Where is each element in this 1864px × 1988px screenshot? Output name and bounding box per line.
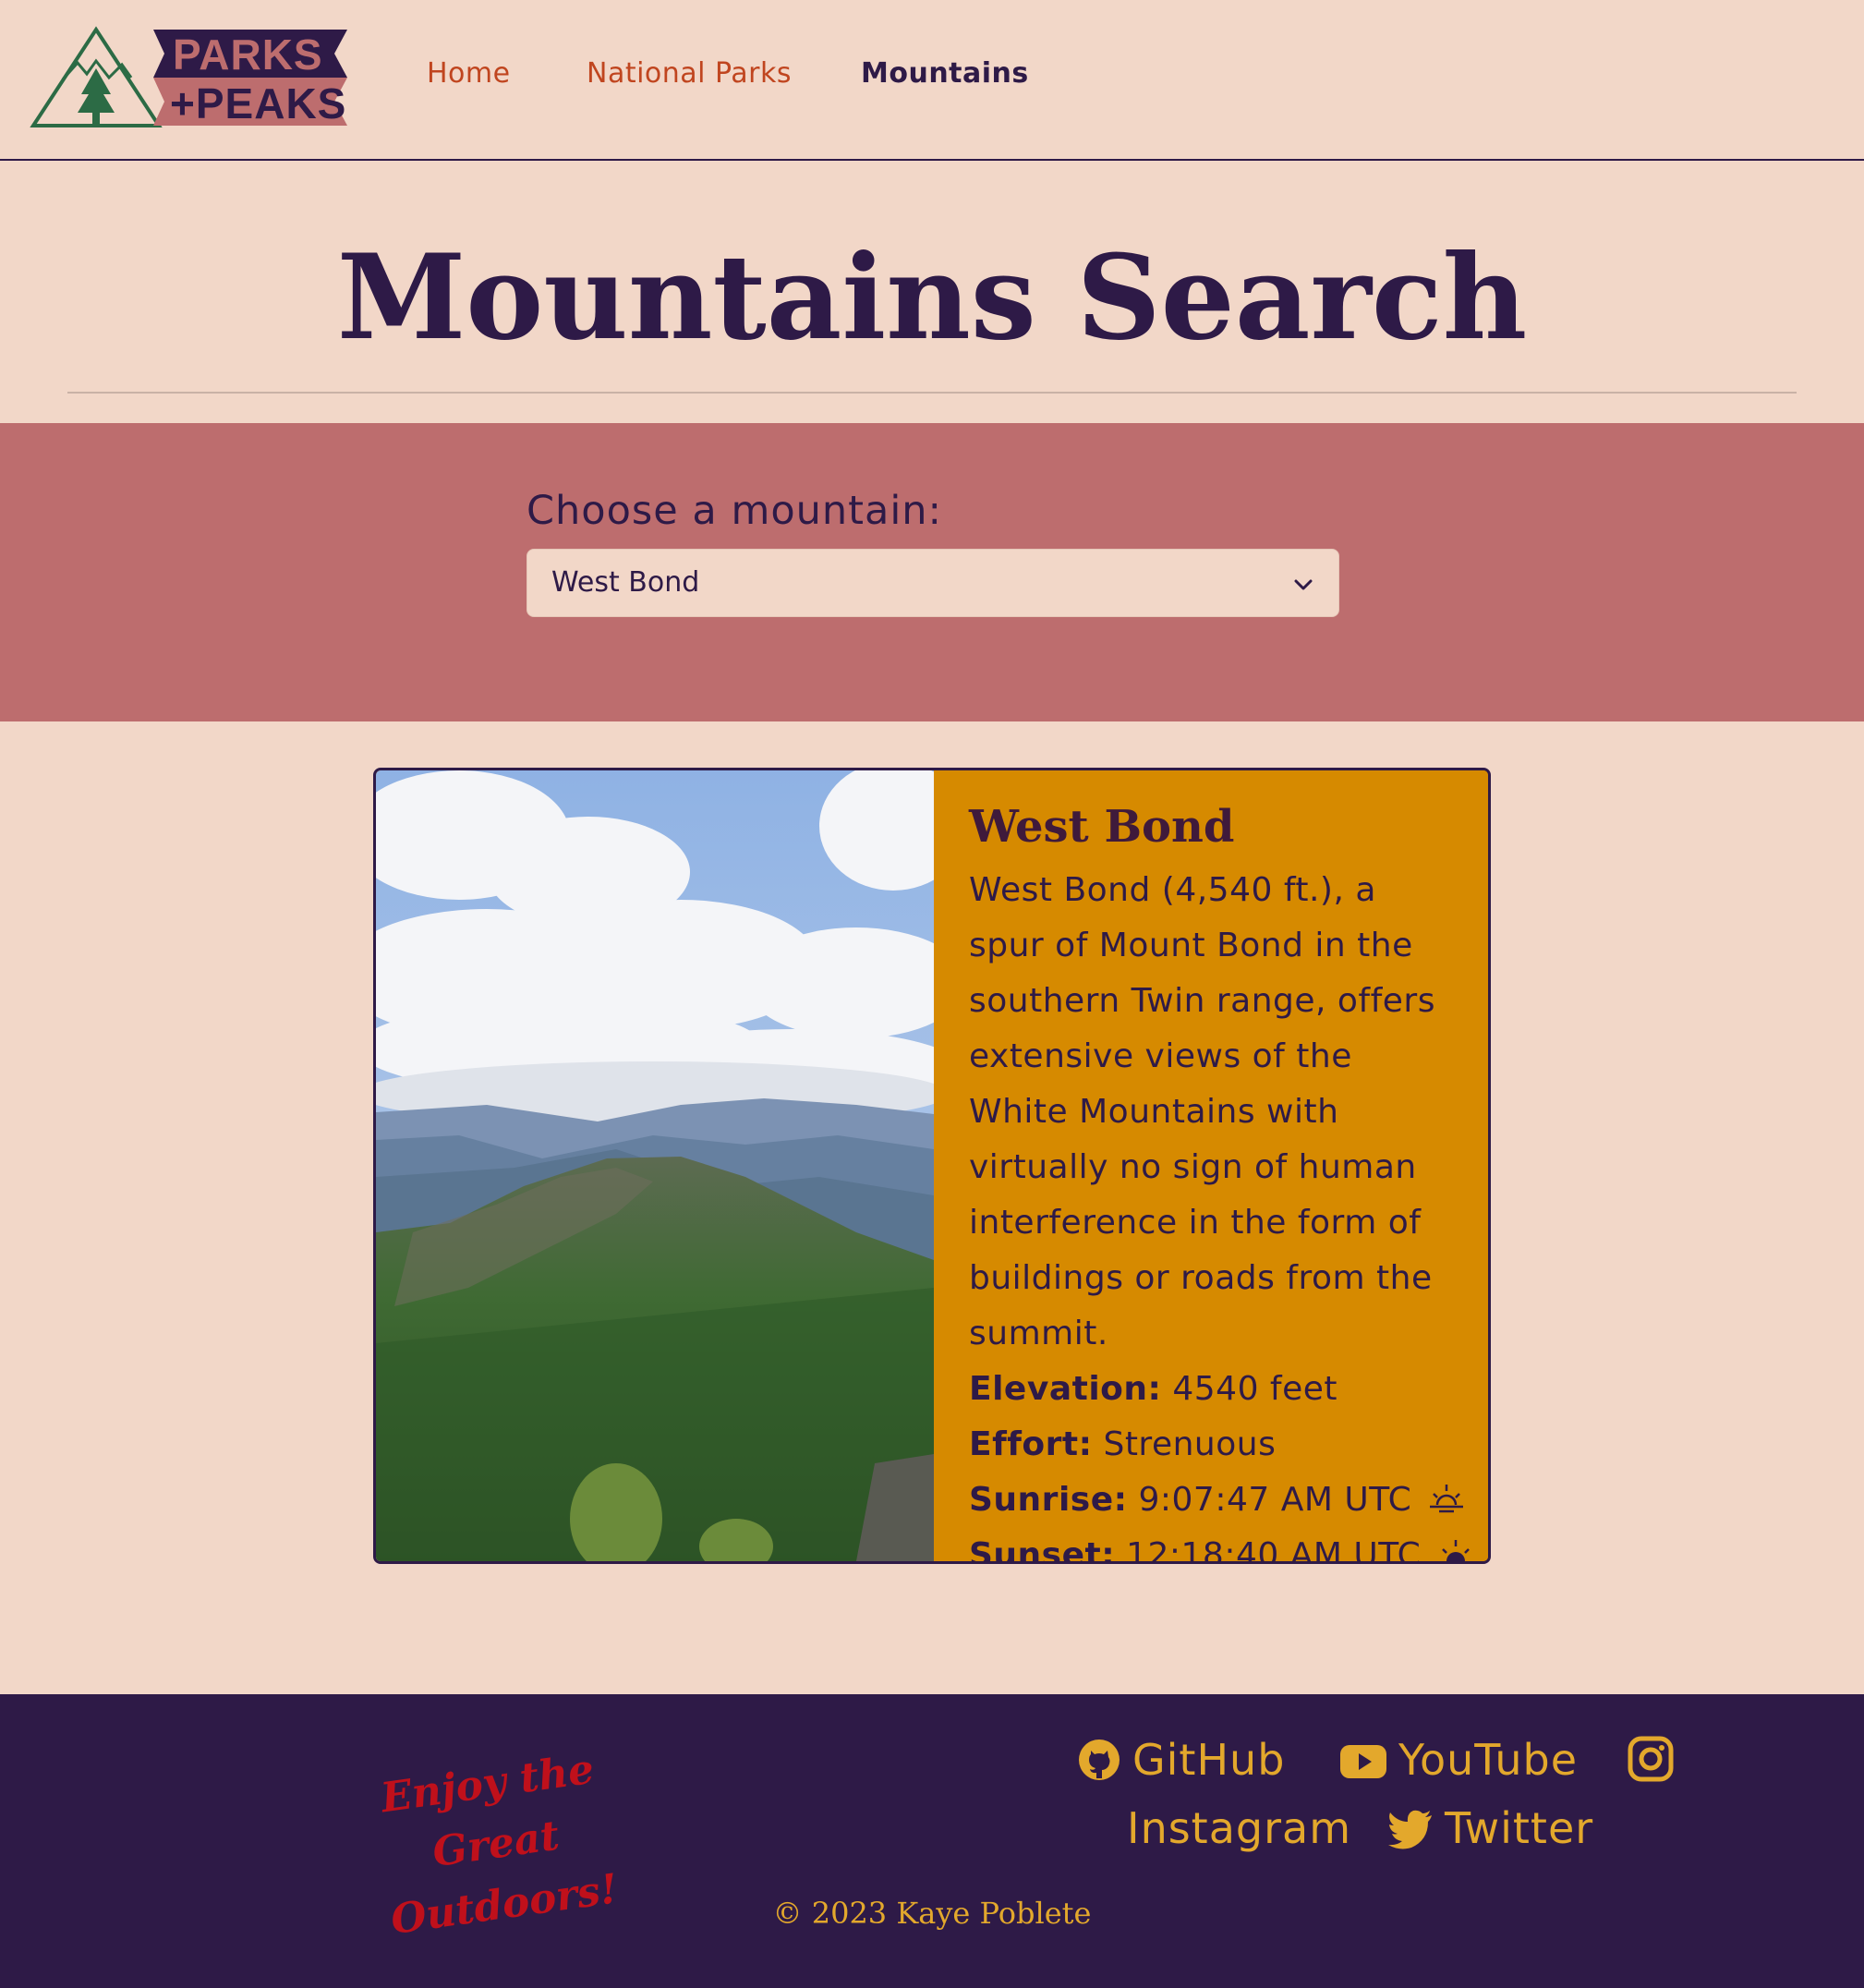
github-icon: [1079, 1740, 1120, 1780]
sunset-value: 12:18:40 AM UTC: [1126, 1536, 1422, 1564]
logo-icon: PARKS +PEAKS: [30, 26, 347, 127]
mountain-select-label: Choose a mountain:: [527, 488, 943, 534]
site-footer: Enjoy the Great Outdoors! GitHub YouTube…: [0, 1694, 1864, 1988]
nav-national-parks[interactable]: National Parks: [587, 57, 792, 90]
effort-row: Effort: Strenuous: [969, 1417, 1460, 1473]
mountain-select[interactable]: West Bond: [527, 549, 1339, 617]
chevron-down-icon: [1294, 579, 1313, 590]
effort-label: Effort:: [969, 1425, 1093, 1463]
copyright: © 2023 Kaye Poblete: [772, 1896, 1092, 1931]
instagram-icon-link[interactable]: [1628, 1735, 1685, 1785]
elevation-row: Elevation: 4540 feet: [969, 1362, 1460, 1417]
github-link[interactable]: GitHub: [1077, 1735, 1285, 1785]
sunset-row: Sunset: 12:18:40 AM UTC: [969, 1528, 1471, 1564]
mountain-info: West Bond West Bond (4,540 ft.), a spur …: [934, 770, 1488, 1561]
page-title: Mountains Search: [336, 229, 1528, 366]
twitter-label: Twitter: [1445, 1803, 1594, 1853]
logo-text-peaks: +PEAKS: [170, 79, 346, 127]
elevation-value: 4540 feet: [1172, 1370, 1338, 1408]
site-logo[interactable]: PARKS +PEAKS: [30, 26, 347, 129]
effort-value: Strenuous: [1103, 1425, 1277, 1463]
mountain-name: West Bond: [969, 801, 1235, 853]
sunset-label: Sunset:: [969, 1536, 1116, 1564]
logo-text-parks: PARKS: [173, 30, 323, 79]
youtube-link[interactable]: YouTube: [1339, 1735, 1578, 1785]
elevation-label: Elevation:: [969, 1370, 1162, 1408]
instagram-icon: [1628, 1736, 1674, 1782]
twitter-icon: [1388, 1810, 1432, 1849]
title-divider: [67, 392, 1797, 394]
sunset-icon: [1442, 1540, 1471, 1561]
search-section: Choose a mountain: West Bond: [0, 423, 1864, 721]
mountain-photo: [376, 770, 934, 1561]
instagram-label: Instagram: [1127, 1803, 1352, 1853]
site-header: PARKS +PEAKS Home National Parks Mountai…: [0, 0, 1864, 161]
youtube-label: YouTube: [1398, 1735, 1579, 1785]
mountain-card: West Bond West Bond (4,540 ft.), a spur …: [373, 768, 1491, 1564]
sunrise-row: Sunrise: 9:07:47 AM UTC: [969, 1473, 1464, 1528]
instagram-link[interactable]: Instagram: [1127, 1803, 1351, 1853]
nav-mountains[interactable]: Mountains: [861, 57, 1029, 90]
youtube-icon: [1340, 1745, 1386, 1778]
nav-home[interactable]: Home: [427, 57, 511, 90]
github-label: GitHub: [1132, 1735, 1286, 1785]
mountain-select-value: West Bond: [551, 566, 700, 599]
sunrise-value: 9:07:47 AM UTC: [1138, 1481, 1412, 1519]
mountain-description: West Bond (4,540 ft.), a spur of Mount B…: [969, 871, 1435, 1352]
sunrise-label: Sunrise:: [969, 1481, 1128, 1519]
twitter-link[interactable]: Twitter: [1387, 1803, 1593, 1853]
sunrise-icon: [1430, 1485, 1464, 1513]
